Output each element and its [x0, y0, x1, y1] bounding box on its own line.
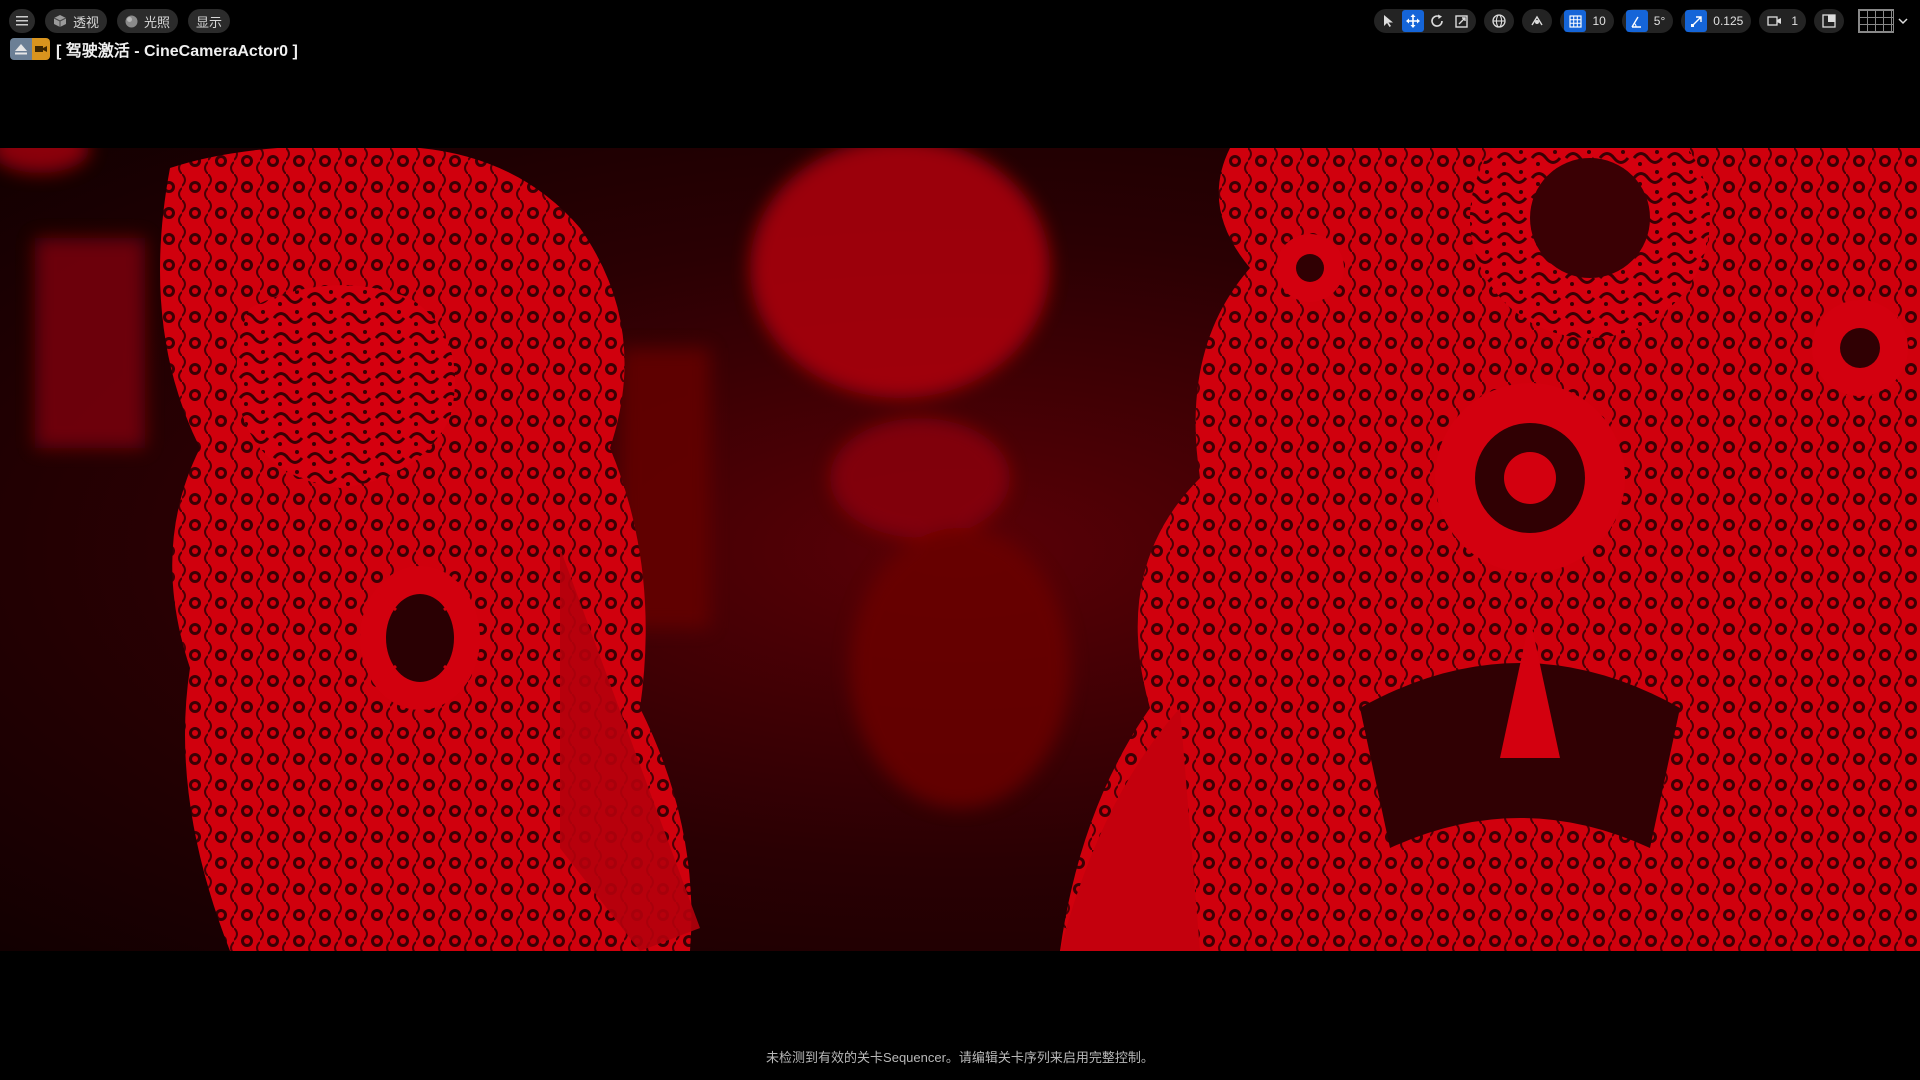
eject-icon — [10, 38, 32, 60]
camera-icon — [32, 38, 50, 60]
coordinate-space-group — [1484, 9, 1515, 33]
scale-snap-icon — [1690, 15, 1702, 27]
rotate-icon — [1431, 14, 1444, 27]
scale-snap-group: 0.125 — [1681, 9, 1752, 33]
pilot-actor-title: [ 驾驶激活 - CineCameraActor0 ] — [56, 43, 298, 60]
viewport-layout-icon — [1858, 9, 1894, 33]
rotation-snap-group: 5° — [1621, 9, 1674, 33]
grid-snap-value[interactable]: 10 — [1588, 14, 1609, 28]
viewport-toolbar-right: 10 5° 0.125 1 — [1374, 9, 1908, 33]
sphere-icon — [125, 15, 138, 27]
scale-icon — [1455, 14, 1468, 28]
left-papercut — [160, 148, 700, 951]
lighting-label: 光照 — [144, 14, 171, 30]
perspective-label: 透视 — [73, 14, 100, 30]
scale-snap-value[interactable]: 0.125 — [1709, 14, 1747, 28]
surface-snap-group — [1522, 9, 1553, 33]
right-papercut — [1060, 148, 1920, 951]
papercut-scene-image — [0, 148, 1920, 951]
camera-viewport[interactable] — [0, 148, 1920, 951]
move-icon — [1406, 14, 1421, 28]
scale-snap-toggle[interactable] — [1685, 10, 1708, 32]
viewport-menu-button[interactable] — [9, 9, 35, 33]
lighting-button[interactable]: 光照 — [117, 9, 179, 33]
camera-speed-button[interactable] — [1763, 10, 1785, 32]
show-label: 显示 — [196, 14, 223, 30]
translate-tool-button[interactable] — [1402, 10, 1425, 32]
maximize-viewport-button[interactable] — [1818, 10, 1840, 32]
select-tool-button[interactable] — [1378, 10, 1400, 32]
surface-snap-icon — [1531, 15, 1544, 26]
world-space-button[interactable] — [1488, 10, 1510, 32]
video-camera-icon — [1767, 16, 1781, 26]
rotate-tool-button[interactable] — [1426, 10, 1448, 32]
rotation-snap-toggle[interactable] — [1625, 10, 1648, 32]
grid-snap-group: 10 — [1560, 9, 1614, 33]
camera-speed-group: 1 — [1759, 9, 1806, 33]
cube-icon — [53, 15, 67, 27]
surface-snapping-button[interactable] — [1526, 10, 1548, 32]
eject-pilot-button[interactable] — [10, 38, 50, 60]
maximize-icon — [1822, 14, 1836, 28]
camera-speed-value[interactable]: 1 — [1787, 14, 1802, 28]
show-button[interactable]: 显示 — [188, 9, 231, 33]
transform-tools — [1374, 9, 1477, 33]
sequencer-warning-message: 未检测到有效的关卡Sequencer。请编辑关卡序列来启用完整控制。 — [766, 1050, 1154, 1065]
chevron-down-icon — [1898, 18, 1908, 25]
grid-icon — [1569, 14, 1582, 28]
pilot-camera-bar: [ 驾驶激活 - CineCameraActor0 ] — [10, 37, 298, 61]
layout-selector[interactable] — [1852, 9, 1908, 33]
perspective-button[interactable]: 透视 — [45, 9, 108, 33]
grid-snap-toggle[interactable] — [1564, 10, 1587, 32]
globe-icon — [1492, 14, 1507, 28]
cursor-icon — [1384, 15, 1394, 27]
viewport-toolbar-left: 透视 光照 显示 — [9, 9, 231, 33]
hamburger-icon — [16, 16, 28, 26]
rotation-snap-value[interactable]: 5° — [1650, 14, 1669, 28]
angle-icon — [1631, 16, 1642, 28]
maximize-group — [1814, 9, 1844, 33]
scale-tool-button[interactable] — [1450, 10, 1472, 32]
